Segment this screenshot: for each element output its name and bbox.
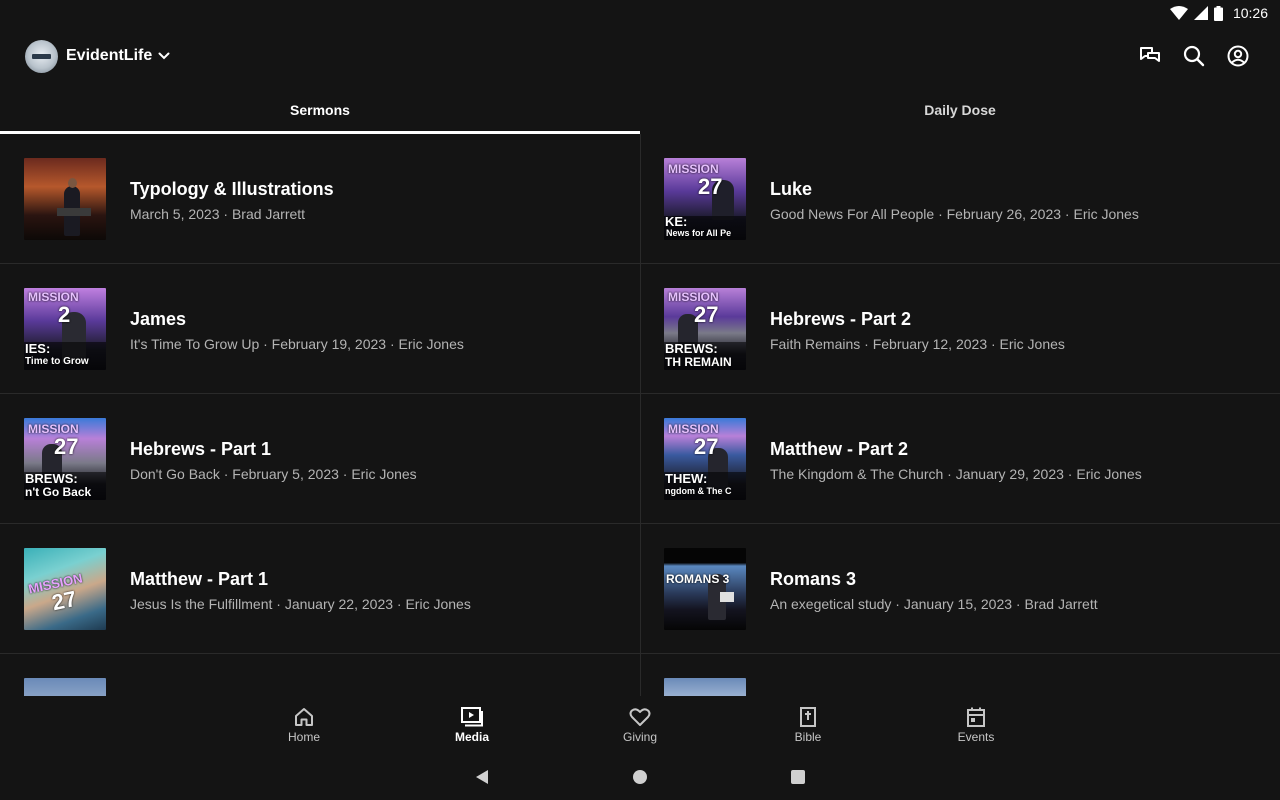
wifi-icon: [1169, 6, 1188, 20]
bottom-navigation: Home Media Giving Bible Events: [0, 696, 1280, 754]
back-triangle-icon: [476, 770, 488, 784]
sermon-grid: Typology & Illustrations March 5, 2023 ·…: [0, 134, 1280, 696]
sermon-thumbnail: ROMANS 3: [664, 548, 746, 630]
sermon-thumbnail: [24, 678, 106, 696]
sermon-item[interactable]: MISSION 27 THEW: ngdom & The C Matthew -…: [640, 394, 1280, 524]
nav-home-label: Home: [287, 730, 320, 744]
chevron-down-icon: [158, 52, 170, 60]
nav-giving[interactable]: Giving: [556, 696, 724, 754]
sermon-thumbnail: MISSION 2 IES: Time to Grow: [24, 288, 106, 370]
nav-bible[interactable]: Bible: [724, 696, 892, 754]
sermon-thumbnail: MISSION 27: [24, 548, 106, 630]
nav-events-label: Events: [957, 730, 995, 744]
battery-icon: [1213, 5, 1223, 21]
church-logo-avatar: [25, 39, 58, 73]
sermon-title: Hebrews - Part 1: [130, 439, 272, 459]
system-home-button[interactable]: [630, 767, 650, 787]
nav-events[interactable]: Events: [892, 696, 1060, 754]
media-icon: [461, 707, 483, 727]
sermon-title: Matthew - Part 1: [130, 569, 269, 589]
sermon-thumbnail: MISSION 27 BREWS: n't Go Back: [24, 418, 106, 500]
sermon-subtitle: It's Time To Grow Up · February 19, 2023…: [130, 336, 464, 352]
system-recents-button[interactable]: [788, 767, 808, 787]
tab-daily-dose[interactable]: Daily Dose: [640, 86, 1280, 134]
church-switcher[interactable]: EvidentLife: [25, 39, 170, 73]
sermon-subtitle: Jesus Is the Fulfillment · January 22, 2…: [130, 596, 471, 612]
church-name: EvidentLife: [66, 47, 153, 64]
bible-icon: [800, 707, 816, 727]
sermon-subtitle: The Kingdom & The Church · January 29, 2…: [770, 466, 1142, 482]
sermon-item[interactable]: Typology & Illustrations March 5, 2023 ·…: [0, 134, 640, 264]
chat-icon: [1140, 47, 1160, 62]
tab-sermons[interactable]: Sermons: [0, 86, 640, 134]
recents-square-icon: [791, 770, 805, 784]
signal-icon: [1193, 6, 1208, 20]
sermon-title: Luke: [770, 179, 813, 199]
sermon-thumbnail: MISSION 27 KE: News for All Pe: [664, 158, 746, 240]
sermon-item[interactable]: [0, 654, 640, 696]
heart-icon: [629, 708, 651, 726]
sermon-item[interactable]: MISSION 2 IES: Time to Grow James It's T…: [0, 264, 640, 394]
nav-giving-label: Giving: [622, 730, 657, 744]
sermon-item[interactable]: MISSION 27 Matthew - Part 1 Jesus Is the…: [0, 524, 640, 654]
nav-media[interactable]: Media: [388, 696, 556, 754]
sermon-title: Matthew - Part 2: [770, 439, 909, 459]
sermon-item[interactable]: [640, 654, 1280, 696]
media-tabs: Sermons Daily Dose: [0, 86, 1280, 134]
sermon-thumbnail: [24, 158, 106, 240]
sermon-item[interactable]: MISSION 27 BREWS: n't Go Back Hebrews - …: [0, 394, 640, 524]
sermon-thumbnail: [664, 678, 746, 696]
sermon-subtitle: Good News For All People · February 26, …: [770, 206, 1139, 222]
nav-bible-label: Bible: [794, 730, 822, 744]
sermon-title: Romans 3: [770, 569, 857, 589]
home-icon: [295, 708, 313, 726]
home-circle-icon: [633, 770, 647, 784]
system-back-button[interactable]: [472, 767, 492, 787]
system-navigation-bar: [0, 754, 1280, 800]
sermon-subtitle: An exegetical study · January 15, 2023 ·…: [770, 596, 1098, 612]
sermon-thumbnail: MISSION 27 THEW: ngdom & The C: [664, 418, 746, 500]
search-button[interactable]: [1182, 44, 1206, 68]
search-icon: [1183, 45, 1205, 67]
messages-button[interactable]: [1138, 44, 1162, 68]
sermon-subtitle: Don't Go Back · February 5, 2023 · Eric …: [130, 466, 417, 482]
sermon-title: James: [130, 309, 187, 329]
status-time: 10:26: [1232, 5, 1268, 21]
sermon-item[interactable]: MISSION 27 BREWS: TH REMAIN Hebrews - Pa…: [640, 264, 1280, 394]
sermon-item[interactable]: MISSION 27 KE: News for All Pe Luke Good…: [640, 134, 1280, 264]
app-bar: EvidentLife: [0, 26, 1280, 86]
calendar-icon: [967, 707, 985, 727]
sermon-item[interactable]: ROMANS 3 Romans 3 An exegetical study · …: [640, 524, 1280, 654]
sermon-subtitle: March 5, 2023 · Brad Jarrett: [130, 206, 306, 222]
sermon-subtitle: Faith Remains · February 12, 2023 · Eric…: [770, 336, 1065, 352]
nav-media-label: Media: [454, 730, 489, 744]
status-bar: 10:26: [0, 0, 1280, 26]
account-button[interactable]: [1226, 44, 1250, 68]
nav-home[interactable]: Home: [220, 696, 388, 754]
sermon-title: Hebrews - Part 2: [770, 309, 912, 329]
account-circle-icon: [1227, 45, 1249, 67]
sermon-title: Typology & Illustrations: [130, 179, 334, 199]
sermon-thumbnail: MISSION 27 BREWS: TH REMAIN: [664, 288, 746, 370]
